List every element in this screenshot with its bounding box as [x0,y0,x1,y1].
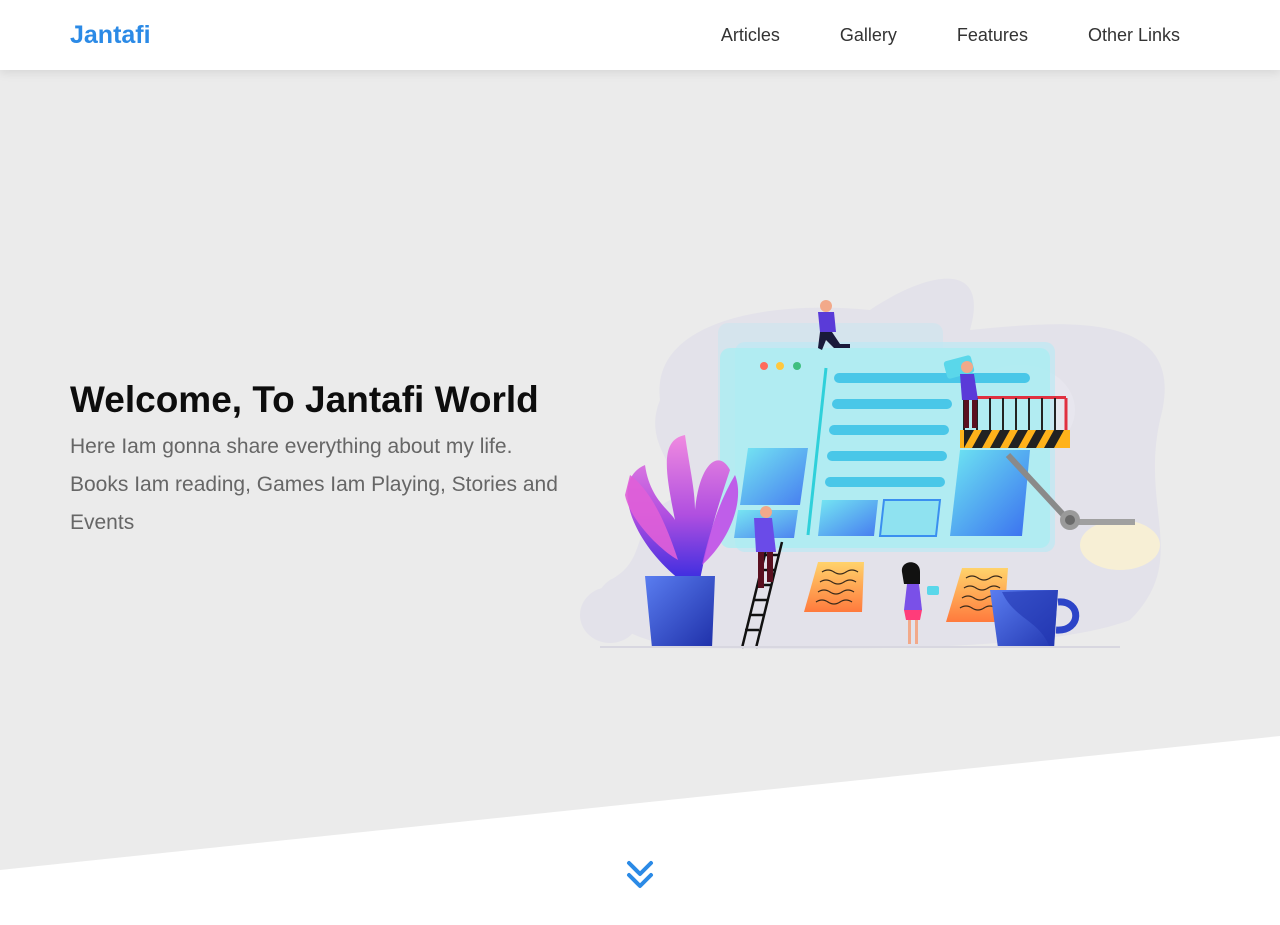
brand-logo[interactable]: Jantafi [70,19,151,51]
nav-link-gallery[interactable]: Gallery [840,25,897,45]
navbar: Jantafi Articles Gallery Features Other … [0,0,1280,70]
nav-item-features: Features [957,24,1028,46]
nav-menu: Articles Gallery Features Other Links [661,0,1180,70]
hero-title: Welcome, To Jantafi World [70,379,539,420]
double-chevron-down-icon[interactable] [624,858,656,892]
nav-link-other-links[interactable]: Other Links [1088,25,1180,45]
nav-item-articles: Articles [721,24,780,46]
hero-description: Here Iam gonna share everything about my… [70,435,558,534]
nav-link-features[interactable]: Features [957,25,1028,45]
website-building-illustration [570,260,1180,660]
nav-item-other-links: Other Links [1088,24,1180,46]
nav-link-articles[interactable]: Articles [721,25,780,45]
nav-item-gallery: Gallery [840,24,897,46]
